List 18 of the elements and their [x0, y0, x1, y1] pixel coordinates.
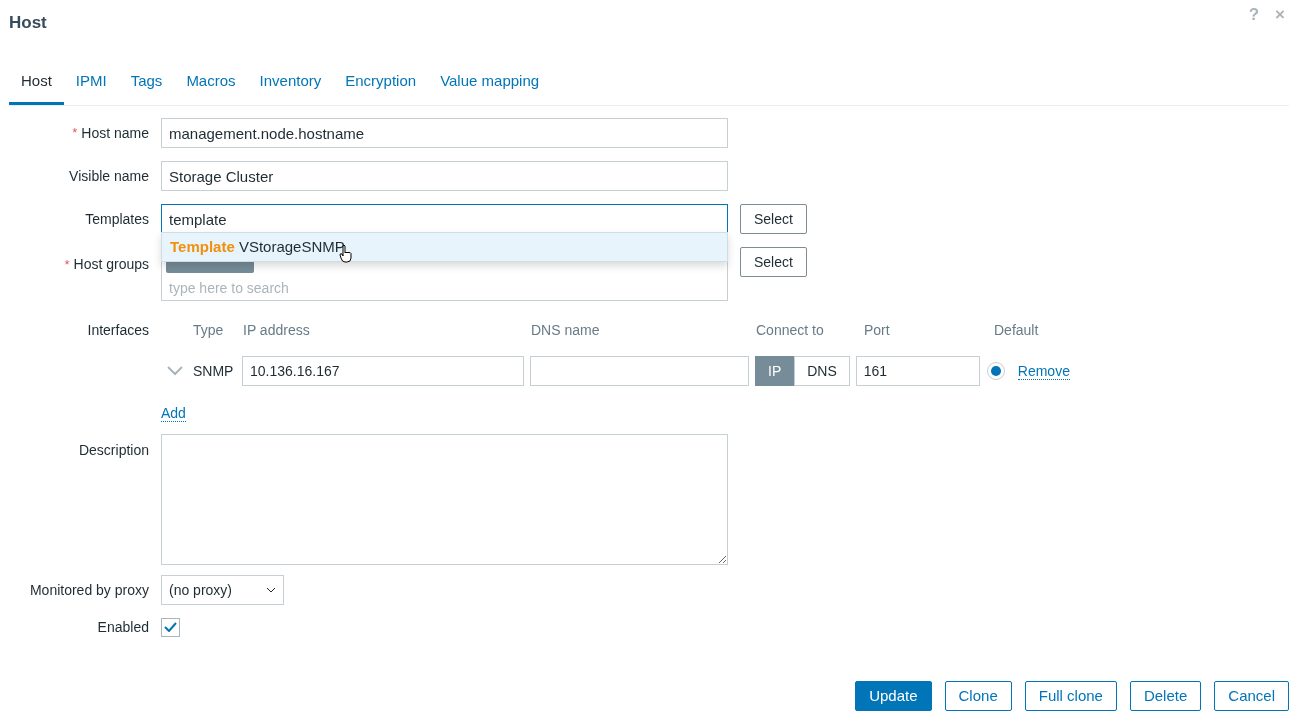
interface-type: SNMP: [193, 361, 235, 381]
column-header: Default: [994, 321, 1040, 340]
field-label: Host groups: [73, 255, 149, 274]
window-title: Host: [9, 12, 47, 34]
field-label: Monitored by proxy: [29, 580, 149, 600]
column-header: IP address: [243, 321, 311, 340]
field-label: Enabled: [97, 617, 149, 637]
column-header: DNS name: [531, 321, 601, 340]
field-label: Visible name: [69, 166, 149, 186]
column-header: Type: [193, 321, 225, 340]
column-header: Connect to: [756, 321, 825, 340]
field-label: Host name: [81, 123, 149, 143]
field-label: Templates: [85, 209, 149, 229]
field-label: Interfaces: [87, 321, 149, 340]
field-label: Description: [78, 441, 149, 460]
required-mark: *: [64, 255, 70, 274]
column-header: Port: [864, 321, 891, 340]
required-mark: *: [72, 124, 78, 143]
